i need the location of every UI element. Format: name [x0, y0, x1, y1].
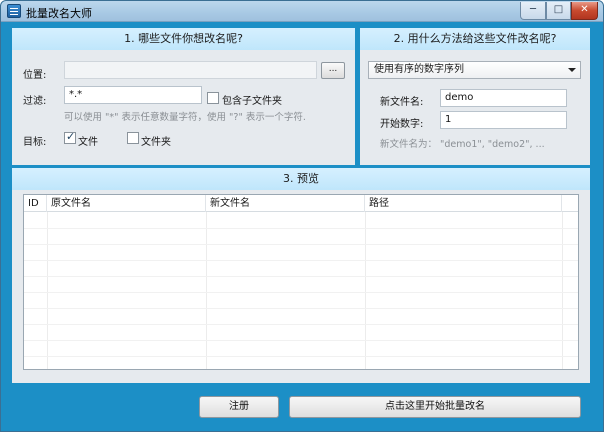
- method-select[interactable]: 使用有序的数字序列: [368, 61, 581, 79]
- column-header-new-name[interactable]: 新文件名: [206, 195, 365, 212]
- close-button[interactable]: ✕: [571, 2, 598, 20]
- title-bar[interactable]: 批量改名大师 ─ □ ✕: [1, 1, 603, 22]
- window-title: 批量改名大师: [26, 7, 92, 20]
- table-header: ID 原文件名 新文件名 路径: [24, 195, 578, 212]
- app-window: 批量改名大师 ─ □ ✕ 1. 哪些文件你想改名呢? 位置: ... 过滤: *…: [0, 0, 604, 432]
- start-number-field[interactable]: 1: [440, 111, 567, 129]
- column-header-path[interactable]: 路径: [365, 195, 562, 212]
- new-name-field[interactable]: demo: [440, 89, 567, 107]
- new-name-preview-hint: 新文件名为： "demo1", "demo2", ...: [380, 139, 545, 150]
- browse-button[interactable]: ...: [321, 62, 345, 79]
- register-button[interactable]: 注册: [199, 396, 279, 418]
- include-subfolders-checkbox[interactable]: [207, 92, 219, 104]
- column-header-id[interactable]: ID: [24, 195, 47, 212]
- app-icon: [7, 4, 21, 18]
- chevron-down-icon: [568, 68, 576, 72]
- row-divider: [24, 228, 578, 229]
- filter-hint: 可以使用 "*" 表示任意数量字符，使用 "?" 表示一个字符.: [64, 112, 306, 123]
- column-divider: [206, 212, 207, 369]
- method-select-value: 使用有序的数字序列: [374, 64, 464, 75]
- new-name-label: 新文件名:: [380, 97, 424, 108]
- location-field[interactable]: [64, 61, 317, 79]
- target-label: 目标:: [23, 137, 47, 148]
- start-rename-button[interactable]: 点击这里开始批量改名: [289, 396, 581, 418]
- section-rename-method: 2. 用什么方法给这些文件改名呢? 使用有序的数字序列 新文件名: demo 开…: [360, 28, 590, 165]
- section-select-files: 1. 哪些文件你想改名呢? 位置: ... 过滤: *.* 包含子文件夹 可以使…: [12, 28, 355, 165]
- include-subfolders-label: 包含子文件夹: [222, 96, 282, 107]
- preview-table[interactable]: ID 原文件名 新文件名 路径: [23, 194, 579, 370]
- section-preview: 3. 预览 ID 原文件名 新文件名 路径: [12, 168, 590, 383]
- column-divider: [47, 212, 48, 369]
- target-file-checkbox[interactable]: [64, 130, 76, 144]
- column-divider: [365, 212, 366, 369]
- section-2-title: 2. 用什么方法给这些文件改名呢?: [360, 28, 590, 50]
- target-folder-checkbox[interactable]: [127, 132, 139, 144]
- row-divider: [24, 260, 578, 261]
- filter-label: 过滤:: [23, 96, 47, 107]
- section-1-title: 1. 哪些文件你想改名呢?: [12, 28, 355, 50]
- section-3-title: 3. 预览: [12, 168, 590, 190]
- row-divider: [24, 308, 578, 309]
- row-divider: [24, 292, 578, 293]
- column-header-original-name[interactable]: 原文件名: [47, 195, 206, 212]
- row-divider: [24, 324, 578, 325]
- location-label: 位置:: [23, 70, 47, 81]
- row-divider: [24, 356, 578, 357]
- column-divider: [562, 212, 563, 369]
- maximize-button[interactable]: □: [546, 2, 571, 20]
- row-divider: [24, 244, 578, 245]
- target-folder-label: 文件夹: [141, 137, 171, 148]
- row-divider: [24, 340, 578, 341]
- start-number-label: 开始数字:: [380, 119, 424, 130]
- target-file-label: 文件: [78, 137, 98, 148]
- row-divider: [24, 276, 578, 277]
- minimize-button[interactable]: ─: [520, 2, 546, 20]
- filter-field[interactable]: *.*: [64, 86, 202, 104]
